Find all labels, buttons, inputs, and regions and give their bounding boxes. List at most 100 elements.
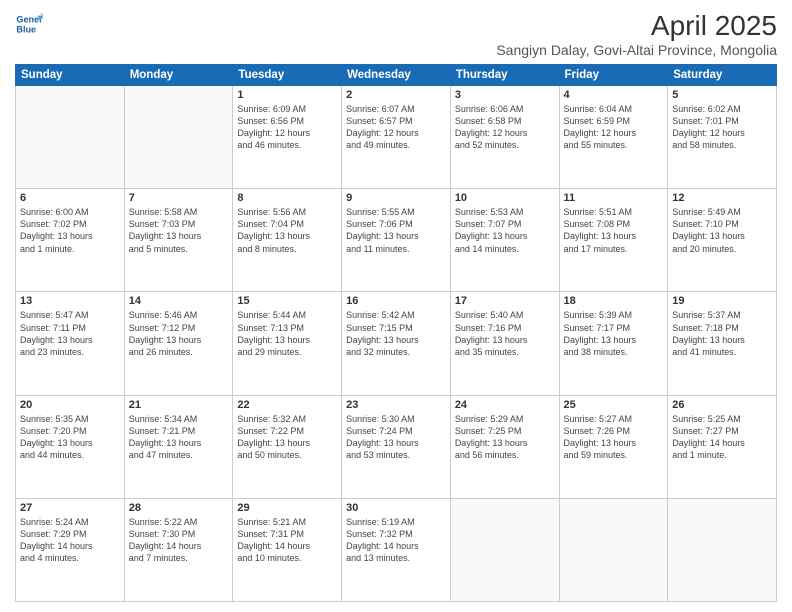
cell-info: Sunrise: 5:42 AM Sunset: 7:15 PM Dayligh… (346, 309, 446, 358)
calendar-cell (124, 86, 233, 189)
calendar-cell: 21 Sunrise: 5:34 AM Sunset: 7:21 PM Dayli… (124, 395, 233, 498)
calendar-cell: 19 Sunrise: 5:37 AM Sunset: 7:18 PM Dayli… (668, 292, 777, 395)
header: General Blue April 2025 Sangiyn Dalay, G… (15, 10, 777, 58)
cell-info: Sunrise: 5:49 AM Sunset: 7:10 PM Dayligh… (672, 206, 772, 255)
header-wednesday: Wednesday (342, 65, 451, 86)
cell-info: Sunrise: 5:58 AM Sunset: 7:03 PM Dayligh… (129, 206, 229, 255)
calendar-cell: 16 Sunrise: 5:42 AM Sunset: 7:15 PM Dayli… (342, 292, 451, 395)
cell-info: Sunrise: 5:51 AM Sunset: 7:08 PM Dayligh… (564, 206, 664, 255)
calendar-cell: 14 Sunrise: 5:46 AM Sunset: 7:12 PM Dayli… (124, 292, 233, 395)
calendar-cell: 4 Sunrise: 6:04 AM Sunset: 6:59 PM Daylig… (559, 86, 668, 189)
page: General Blue April 2025 Sangiyn Dalay, G… (0, 0, 792, 612)
weekday-header-row: Sunday Monday Tuesday Wednesday Thursday… (16, 65, 777, 86)
calendar-week-row-4: 27Sunrise: 5:24 AM Sunset: 7:29 PM Dayli… (16, 498, 777, 601)
cell-info: Sunrise: 5:55 AM Sunset: 7:06 PM Dayligh… (346, 206, 446, 255)
calendar-cell: 29 Sunrise: 5:21 AM Sunset: 7:31 PM Dayli… (233, 498, 342, 601)
calendar-cell: 11 Sunrise: 5:51 AM Sunset: 7:08 PM Dayli… (559, 189, 668, 292)
cell-day-number: 28 (129, 502, 229, 514)
calendar-cell: 10 Sunrise: 5:53 AM Sunset: 7:07 PM Dayli… (450, 189, 559, 292)
cell-info: Sunrise: 5:56 AM Sunset: 7:04 PM Dayligh… (237, 206, 337, 255)
header-friday: Friday (559, 65, 668, 86)
cell-info: Sunrise: 5:27 AM Sunset: 7:26 PM Dayligh… (564, 413, 664, 462)
cell-day-number: 7 (129, 192, 229, 204)
calendar-cell: 9 Sunrise: 5:55 AM Sunset: 7:06 PM Daylig… (342, 189, 451, 292)
calendar-cell: 25 Sunrise: 5:27 AM Sunset: 7:26 PM Dayli… (559, 395, 668, 498)
cell-day-number: 1 (237, 89, 337, 101)
cell-info: Sunrise: 5:21 AM Sunset: 7:31 PM Dayligh… (237, 516, 337, 565)
cell-day-number: 22 (237, 399, 337, 411)
cell-day-number: 11 (564, 192, 664, 204)
cell-day-number: 20 (20, 399, 120, 411)
cell-day-number: 29 (237, 502, 337, 514)
cell-day-number: 14 (129, 295, 229, 307)
cell-info: Sunrise: 6:00 AM Sunset: 7:02 PM Dayligh… (20, 206, 120, 255)
logo-icon: General Blue (15, 10, 43, 38)
calendar-week-row-0: 1 Sunrise: 6:09 AM Sunset: 6:56 PM Daylig… (16, 86, 777, 189)
calendar-cell: 30Sunrise: 5:19 AM Sunset: 7:32 PM Dayli… (342, 498, 451, 601)
title-block: April 2025 Sangiyn Dalay, Govi-Altai Pro… (496, 10, 777, 58)
cell-day-number: 16 (346, 295, 446, 307)
cell-info: Sunrise: 5:47 AM Sunset: 7:11 PM Dayligh… (20, 309, 120, 358)
cell-info: Sunrise: 5:25 AM Sunset: 7:27 PM Dayligh… (672, 413, 772, 462)
calendar-cell: 13 Sunrise: 5:47 AM Sunset: 7:11 PM Dayli… (16, 292, 125, 395)
calendar-cell: 24 Sunrise: 5:29 AM Sunset: 7:25 PM Dayli… (450, 395, 559, 498)
cell-info: Sunrise: 5:37 AM Sunset: 7:18 PM Dayligh… (672, 309, 772, 358)
cell-info: Sunrise: 5:29 AM Sunset: 7:25 PM Dayligh… (455, 413, 555, 462)
cell-day-number: 3 (455, 89, 555, 101)
cell-day-number: 23 (346, 399, 446, 411)
cell-day-number: 26 (672, 399, 772, 411)
cell-info: Sunrise: 5:40 AM Sunset: 7:16 PM Dayligh… (455, 309, 555, 358)
calendar-table: Sunday Monday Tuesday Wednesday Thursday… (15, 64, 777, 602)
header-monday: Monday (124, 65, 233, 86)
cell-day-number: 24 (455, 399, 555, 411)
calendar-cell: 6 Sunrise: 6:00 AM Sunset: 7:02 PM Daylig… (16, 189, 125, 292)
cell-day-number: 27 (20, 502, 120, 514)
calendar-cell: 8Sunrise: 5:56 AM Sunset: 7:04 PM Daylig… (233, 189, 342, 292)
cell-info: Sunrise: 6:02 AM Sunset: 7:01 PM Dayligh… (672, 103, 772, 152)
header-tuesday: Tuesday (233, 65, 342, 86)
cell-day-number: 9 (346, 192, 446, 204)
cell-info: Sunrise: 6:04 AM Sunset: 6:59 PM Dayligh… (564, 103, 664, 152)
cell-day-number: 21 (129, 399, 229, 411)
calendar-cell: 27Sunrise: 5:24 AM Sunset: 7:29 PM Dayli… (16, 498, 125, 601)
cell-info: Sunrise: 6:06 AM Sunset: 6:58 PM Dayligh… (455, 103, 555, 152)
calendar-cell (16, 86, 125, 189)
cell-day-number: 10 (455, 192, 555, 204)
calendar-cell: 18 Sunrise: 5:39 AM Sunset: 7:17 PM Dayli… (559, 292, 668, 395)
cell-info: Sunrise: 5:46 AM Sunset: 7:12 PM Dayligh… (129, 309, 229, 358)
calendar-cell (559, 498, 668, 601)
main-title: April 2025 (496, 10, 777, 42)
calendar-cell: 26 Sunrise: 5:25 AM Sunset: 7:27 PM Dayli… (668, 395, 777, 498)
cell-day-number: 13 (20, 295, 120, 307)
cell-day-number: 4 (564, 89, 664, 101)
header-saturday: Saturday (668, 65, 777, 86)
calendar-cell: 17Sunrise: 5:40 AM Sunset: 7:16 PM Dayli… (450, 292, 559, 395)
cell-day-number: 6 (20, 192, 120, 204)
subtitle: Sangiyn Dalay, Govi-Altai Province, Mong… (496, 42, 777, 58)
cell-info: Sunrise: 5:39 AM Sunset: 7:17 PM Dayligh… (564, 309, 664, 358)
cell-info: Sunrise: 5:32 AM Sunset: 7:22 PM Dayligh… (237, 413, 337, 462)
cell-info: Sunrise: 5:34 AM Sunset: 7:21 PM Dayligh… (129, 413, 229, 462)
calendar-cell (450, 498, 559, 601)
calendar-cell: 22 Sunrise: 5:32 AM Sunset: 7:22 PM Dayli… (233, 395, 342, 498)
svg-text:Blue: Blue (16, 24, 36, 34)
cell-info: Sunrise: 5:35 AM Sunset: 7:20 PM Dayligh… (20, 413, 120, 462)
calendar-cell: 15 Sunrise: 5:44 AM Sunset: 7:13 PM Dayli… (233, 292, 342, 395)
calendar-cell: 3 Sunrise: 6:06 AM Sunset: 6:58 PM Daylig… (450, 86, 559, 189)
cell-info: Sunrise: 5:22 AM Sunset: 7:30 PM Dayligh… (129, 516, 229, 565)
calendar-cell: 2Sunrise: 6:07 AM Sunset: 6:57 PM Daylig… (342, 86, 451, 189)
cell-info: Sunrise: 5:53 AM Sunset: 7:07 PM Dayligh… (455, 206, 555, 255)
calendar-week-row-1: 6 Sunrise: 6:00 AM Sunset: 7:02 PM Daylig… (16, 189, 777, 292)
calendar-cell: 7 Sunrise: 5:58 AM Sunset: 7:03 PM Daylig… (124, 189, 233, 292)
cell-day-number: 15 (237, 295, 337, 307)
cell-day-number: 2 (346, 89, 446, 101)
cell-day-number: 25 (564, 399, 664, 411)
cell-info: Sunrise: 6:09 AM Sunset: 6:56 PM Dayligh… (237, 103, 337, 152)
calendar-cell: 28 Sunrise: 5:22 AM Sunset: 7:30 PM Dayli… (124, 498, 233, 601)
calendar-cell (668, 498, 777, 601)
cell-info: Sunrise: 5:44 AM Sunset: 7:13 PM Dayligh… (237, 309, 337, 358)
cell-day-number: 18 (564, 295, 664, 307)
calendar-week-row-3: 20 Sunrise: 5:35 AM Sunset: 7:20 PM Dayli… (16, 395, 777, 498)
logo: General Blue (15, 10, 43, 38)
cell-day-number: 19 (672, 295, 772, 307)
